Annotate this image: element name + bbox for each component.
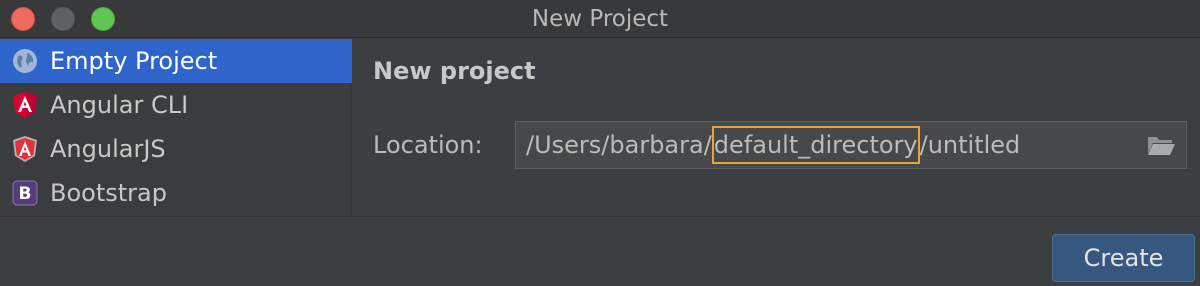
browse-folder-icon[interactable] <box>1146 132 1176 158</box>
svg-text:B: B <box>19 184 32 204</box>
bootstrap-icon: B <box>10 178 40 208</box>
project-type-list: Empty Project Angular CLI AngularJS B Bo… <box>0 39 352 216</box>
window-title: New Project <box>531 6 669 32</box>
location-path-prefix: /Users/barbara/ <box>526 131 712 159</box>
location-path-suffix: /untitled <box>919 131 1021 159</box>
dialog-footer: Create <box>0 216 1200 286</box>
sidebar-item-angularjs[interactable]: AngularJS <box>0 127 352 171</box>
location-input[interactable]: /Users/barbara/default_directory/untitle… <box>515 121 1187 169</box>
title-bar: New Project <box>0 0 1200 38</box>
project-settings-panel: New project Location: /Users/barbara/def… <box>353 39 1200 216</box>
sidebar-item-empty-project[interactable]: Empty Project <box>0 39 352 83</box>
sidebar-item-label: AngularJS <box>50 135 166 163</box>
sidebar-item-label: Angular CLI <box>50 91 189 119</box>
location-label: Location: <box>373 131 483 159</box>
create-button[interactable]: Create <box>1052 234 1195 282</box>
sidebar-item-label: Empty Project <box>50 47 218 75</box>
location-path-highlighted: default_directory <box>711 126 920 164</box>
sidebar-item-angular-cli[interactable]: Angular CLI <box>0 83 352 127</box>
section-title: New project <box>373 57 536 85</box>
sidebar-item-bootstrap[interactable]: B Bootstrap <box>0 171 352 215</box>
globe-icon <box>10 46 40 76</box>
sidebar-item-label: Bootstrap <box>50 179 167 207</box>
angular-icon <box>10 90 40 120</box>
angularjs-icon <box>10 134 40 164</box>
